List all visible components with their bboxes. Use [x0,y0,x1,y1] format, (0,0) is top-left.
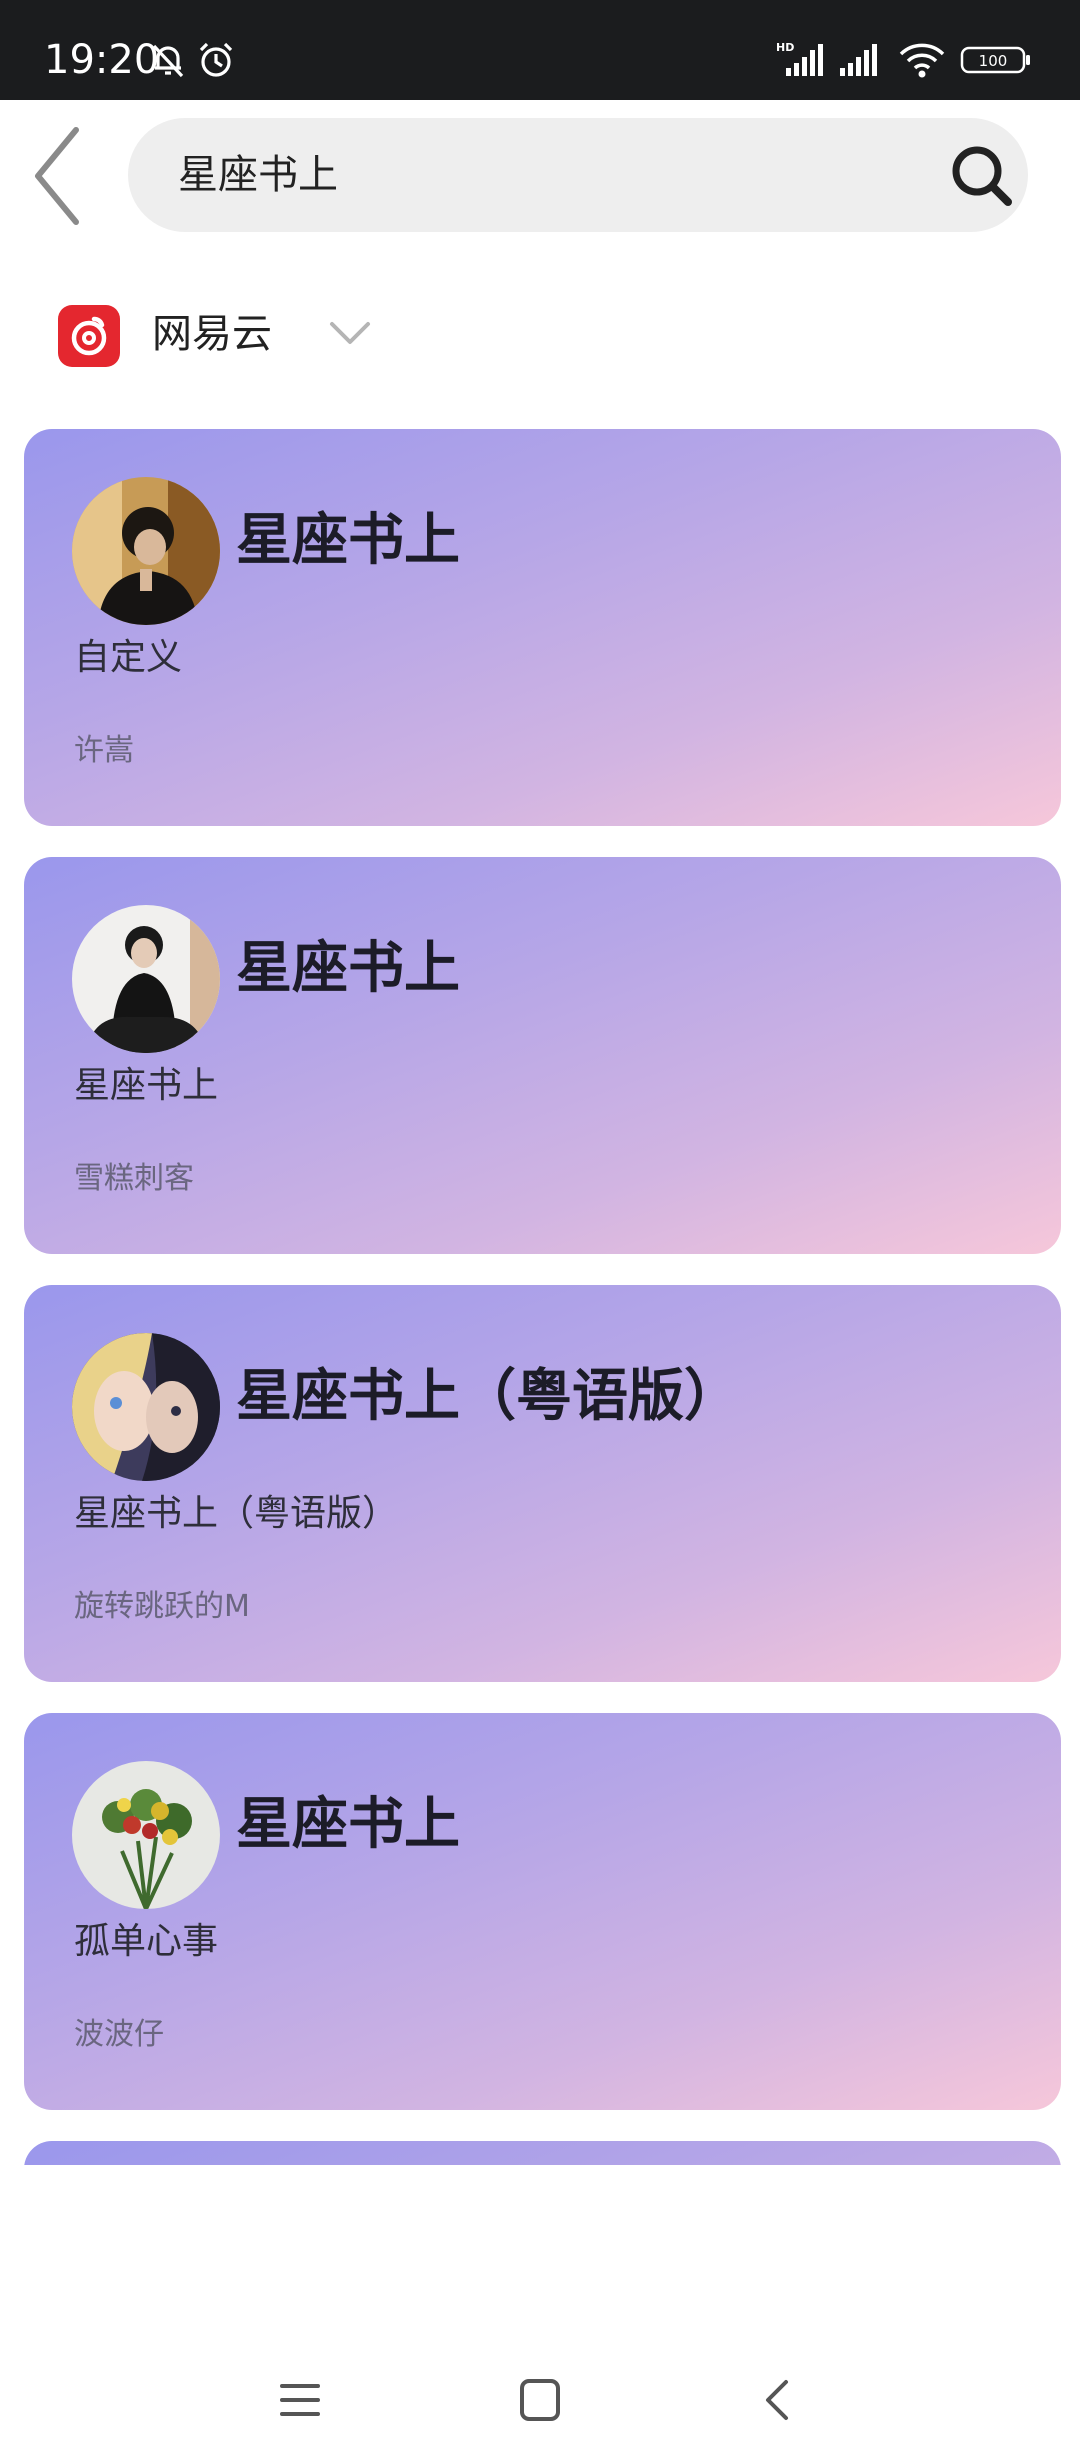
song-card[interactable]: 星座书上 孤单心事 波波仔 [24,1713,1061,2110]
song-album: 星座书上（粤语版） [74,1493,399,1534]
home-icon[interactable] [510,2370,570,2430]
song-card[interactable]: 星座书上 星座书上 雪糕刺客 [24,857,1061,1254]
song-title: 星座书上（粤语版） [236,1364,740,1429]
song-title: 星座书上 [236,1792,460,1857]
song-card[interactable]: 星座书上 自定义 许嵩 [24,429,1061,826]
song-album: 自定义 [74,637,183,678]
song-artist: 波波仔 [74,2017,164,2052]
cover-image [72,1761,220,1909]
song-album: 星座书上 [74,1065,219,1106]
result-list[interactable]: 星座书上 自定义 许嵩 星座书上 星座书上 雪糕刺客 星座书上（粤语版） 星座书… [0,0,1080,2165]
song-card[interactable]: 星座书上（粤语版） 星座书上（粤语版） 旋转跳跃的M [24,1285,1061,1682]
cover-image [72,1333,220,1481]
song-title: 星座书上 [236,936,460,1001]
song-card-partial[interactable] [24,2141,1061,2165]
cover-image [72,905,220,1053]
song-artist: 许嵩 [74,733,134,768]
song-artist: 旋转跳跃的M [74,1589,250,1624]
song-title: 星座书上 [236,508,460,573]
menu-icon[interactable] [270,2370,330,2430]
song-album: 孤单心事 [74,1921,219,1962]
back-icon[interactable] [748,2370,808,2430]
system-nav-bar [0,2340,1080,2460]
song-artist: 雪糕刺客 [74,1161,194,1196]
cover-image [72,477,220,625]
